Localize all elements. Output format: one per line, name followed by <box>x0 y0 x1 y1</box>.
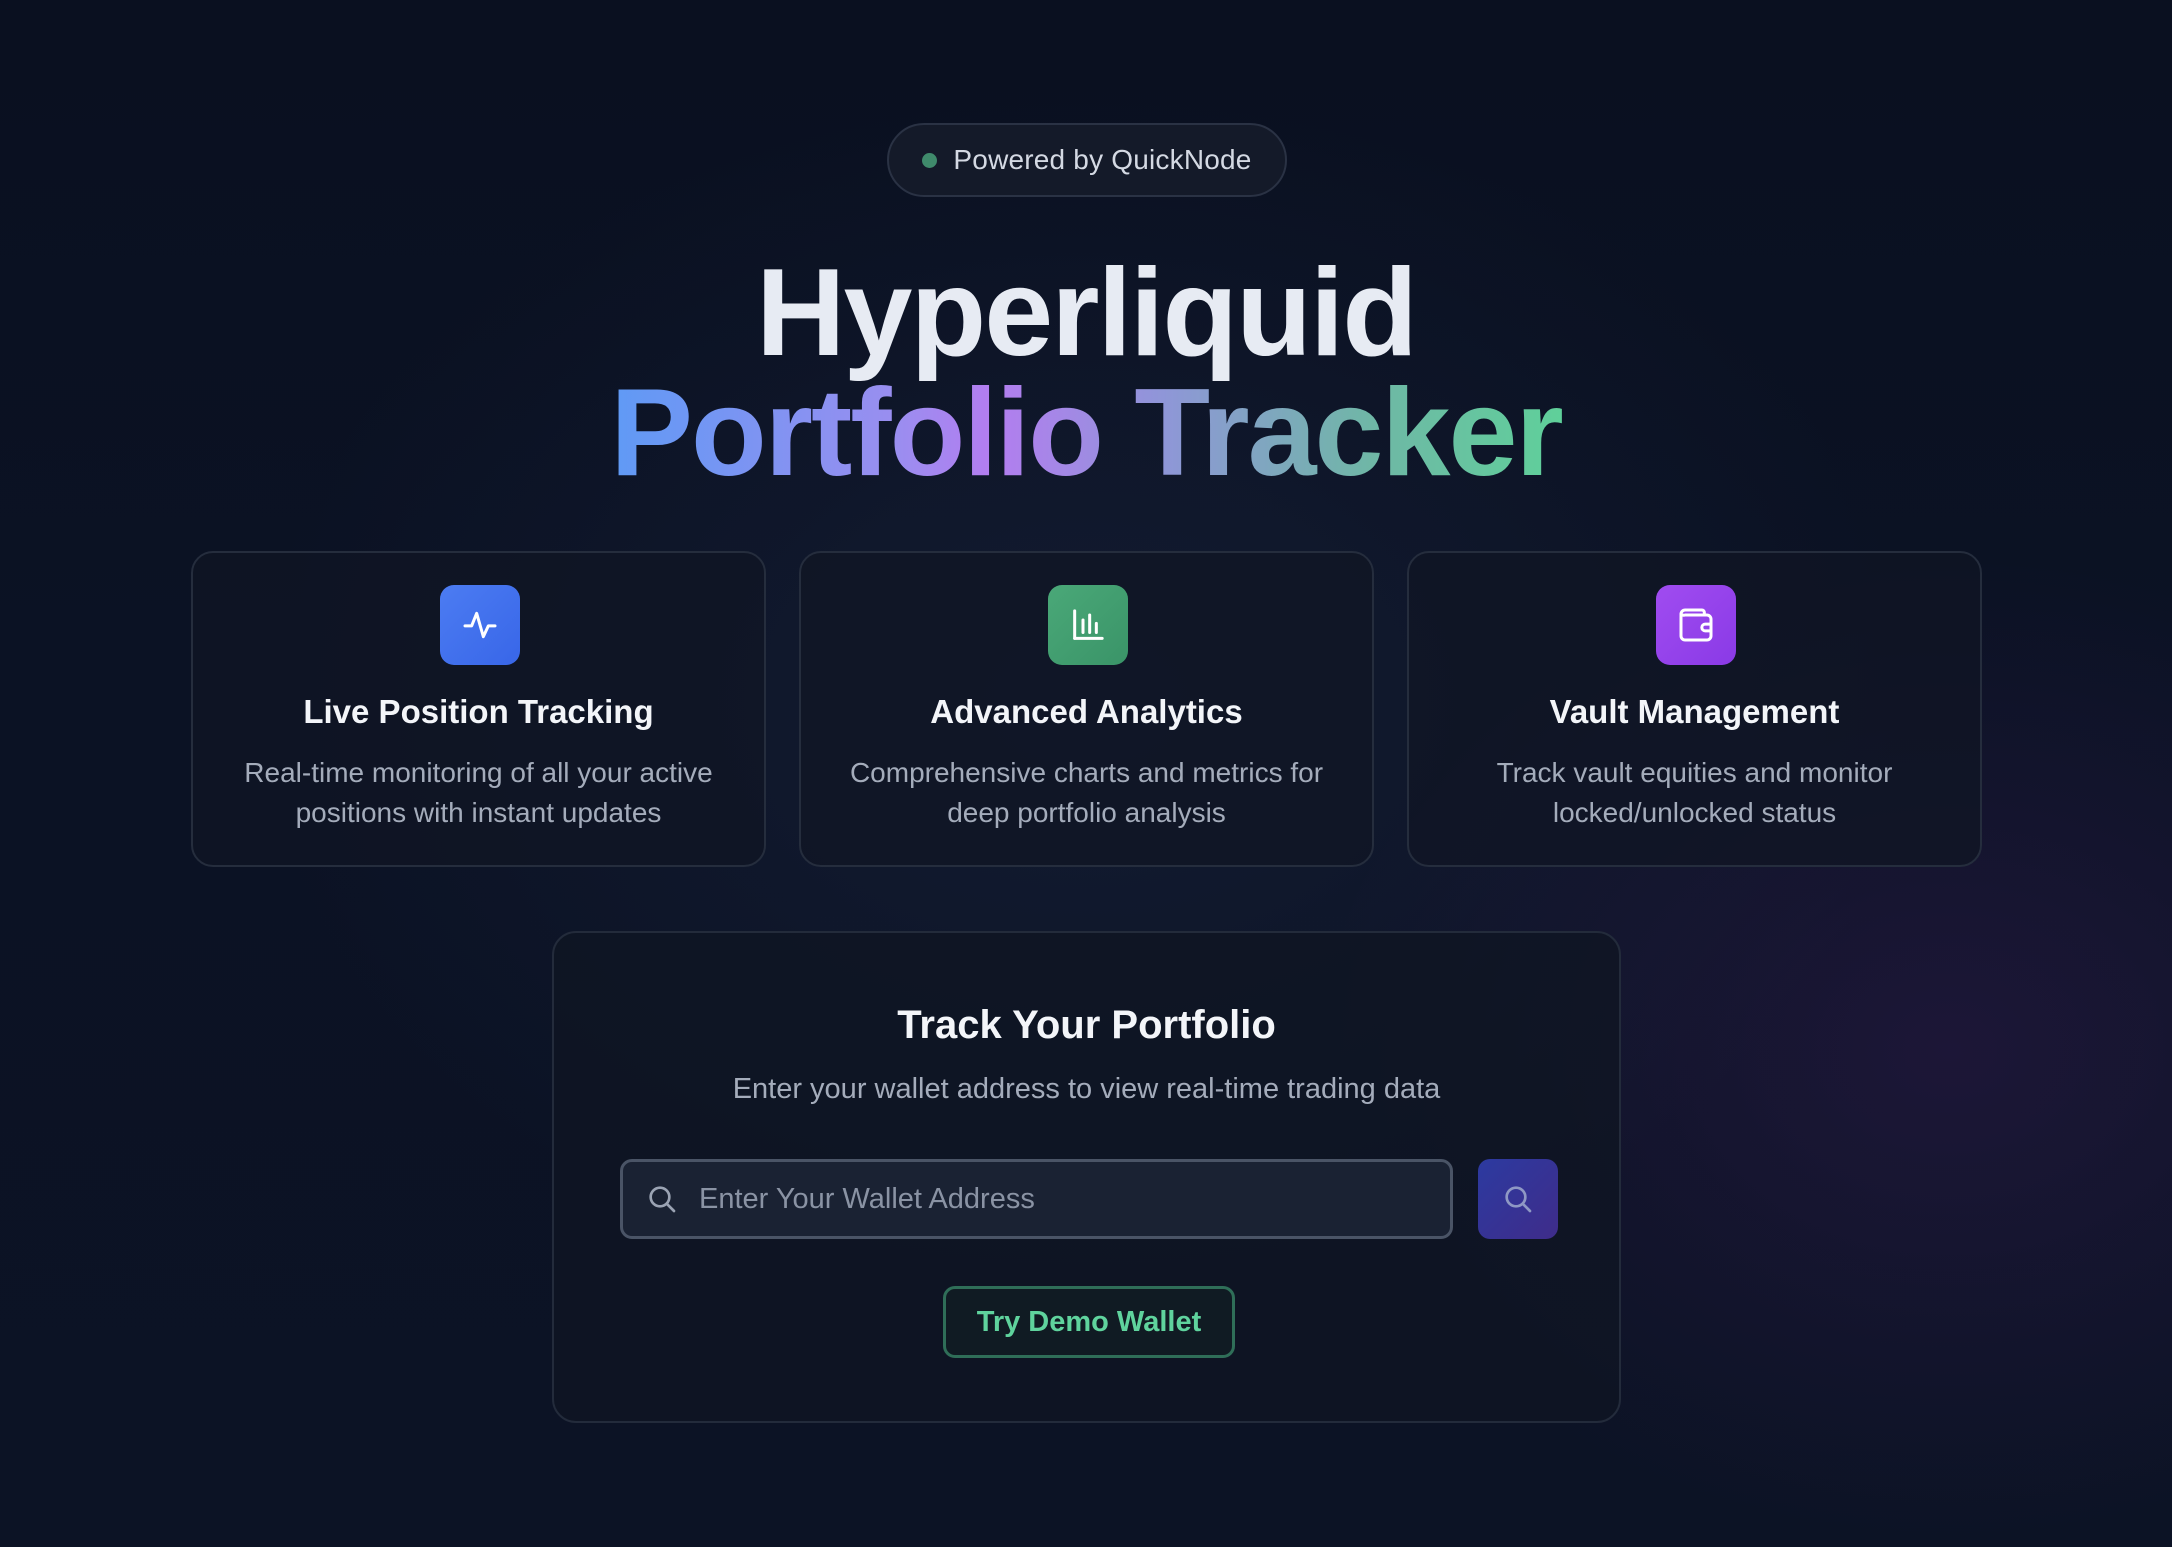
activity-icon <box>440 585 520 665</box>
feature-title: Live Position Tracking <box>303 693 654 730</box>
track-portfolio-panel: Track Your Portfolio Enter your wallet a… <box>552 931 1621 1423</box>
hero-title-line2: Portfolio Tracker <box>0 368 2172 498</box>
search-icon <box>1505 1186 1532 1213</box>
wallet-icon <box>1656 585 1736 665</box>
hero-title-line1: Hyperliquid <box>755 244 1418 382</box>
status-dot <box>922 152 938 168</box>
feature-description: Comprehensive charts and metrics for dee… <box>849 757 1324 828</box>
panel-title: Track Your Portfolio <box>897 1003 1276 1047</box>
feature-description: Track vault equities and monitor locked/… <box>1496 757 1893 828</box>
wallet-address-input[interactable] <box>697 1168 1450 1230</box>
search-button[interactable] <box>1478 1159 1558 1239</box>
try-demo-wallet-button[interactable]: Try Demo Wallet <box>943 1286 1235 1358</box>
search-icon <box>645 1182 679 1216</box>
hero-title-gradient-text: Portfolio Tracker <box>610 364 1563 502</box>
feature-card-vault: Vault Management Track vault equities an… <box>1407 551 1982 867</box>
feature-card-live-tracking: Live Position Tracking Real-time monitor… <box>191 551 766 867</box>
feature-description: Real-time monitoring of all your active … <box>244 757 713 828</box>
feature-card-analytics: Advanced Analytics Comprehensive charts … <box>799 551 1374 867</box>
powered-by-badge: Powered by QuickNode <box>887 123 1287 197</box>
feature-title: Advanced Analytics <box>930 693 1243 730</box>
wallet-search-field[interactable] <box>620 1159 1453 1239</box>
panel-subtitle: Enter your wallet address to view real-t… <box>732 1073 1441 1105</box>
badge-text: Powered by QuickNode <box>953 144 1252 175</box>
bar-chart-icon <box>1048 585 1128 665</box>
feature-title: Vault Management <box>1549 693 1840 730</box>
